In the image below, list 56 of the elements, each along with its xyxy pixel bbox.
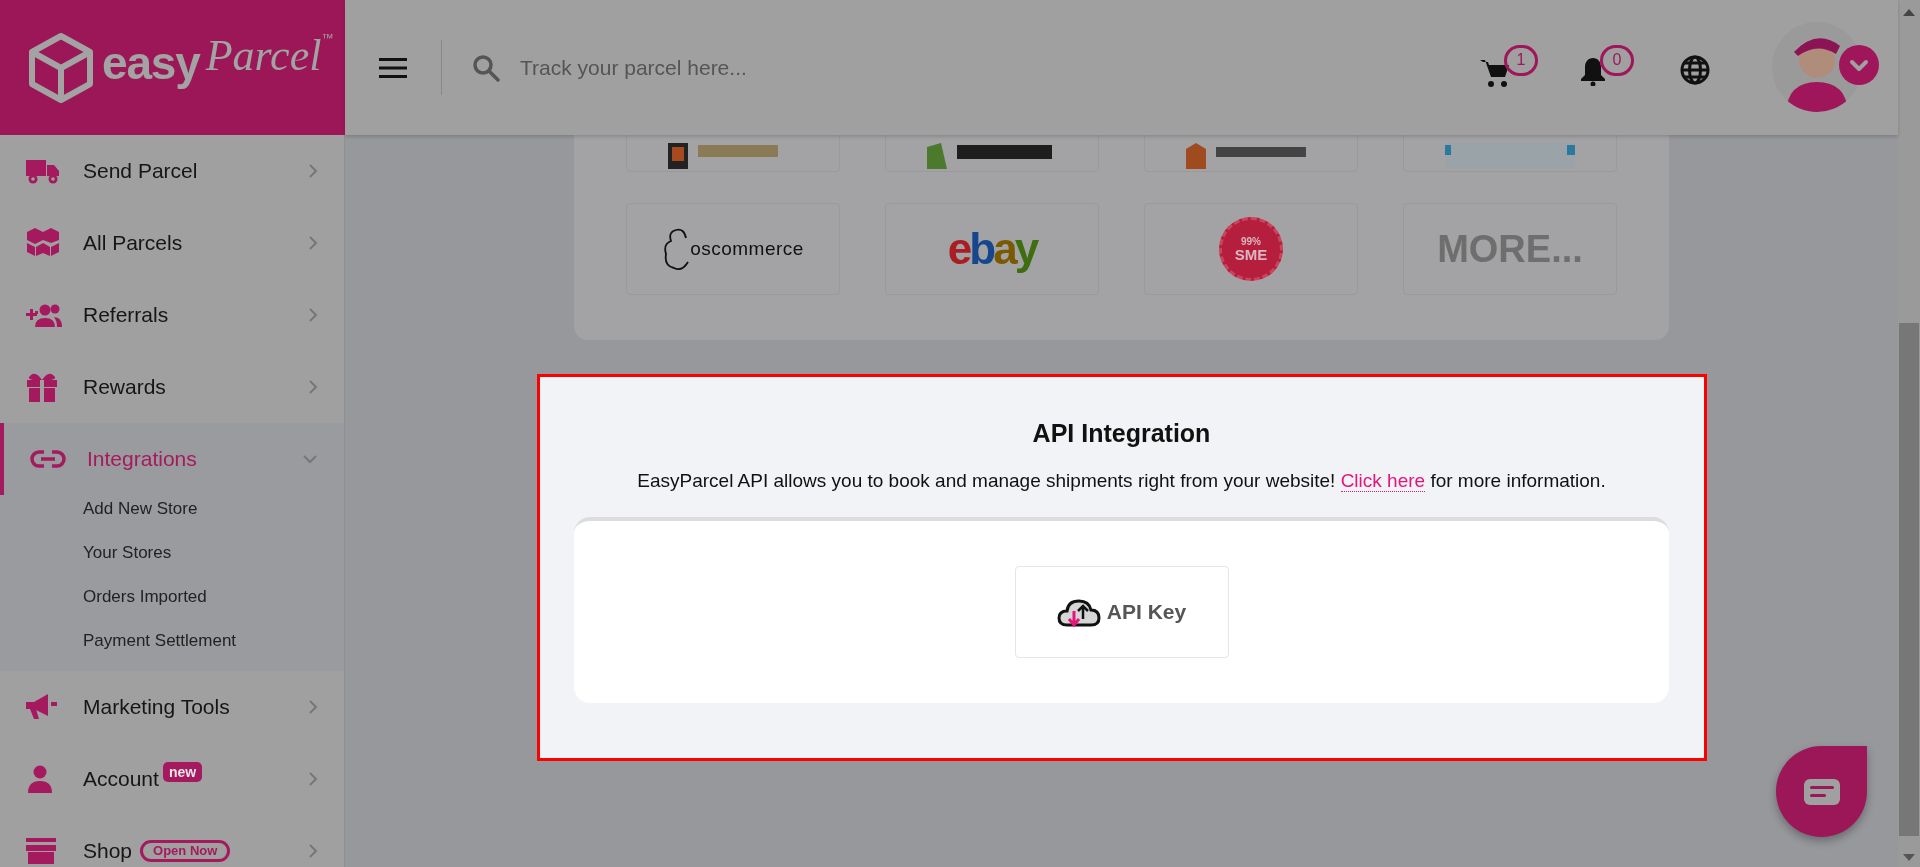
chevron-right-icon — [308, 307, 318, 323]
chevron-right-icon — [308, 163, 318, 179]
person-icon — [26, 765, 54, 793]
submenu-item[interactable]: Orders Imported — [0, 575, 344, 619]
sidebar-item[interactable]: Account new — [0, 743, 344, 815]
chevron-right-icon — [308, 379, 318, 395]
info-link[interactable]: Click here — [1340, 469, 1426, 492]
sidebar-item[interactable]: Marketing Tools — [0, 671, 344, 743]
seal-badge: 99% SME — [1219, 217, 1283, 281]
search-field[interactable]: Track your parcel here... — [520, 51, 1080, 84]
cube-icon — [28, 31, 94, 104]
scroll-up-icon[interactable] — [1903, 9, 1915, 16]
gift-icon — [26, 372, 58, 402]
bell-icon[interactable] — [1580, 55, 1606, 86]
globe-icon[interactable] — [1680, 54, 1710, 85]
api-key-button[interactable]: API Key — [1014, 566, 1229, 658]
chevron-down-icon — [302, 454, 318, 464]
chevron-right-icon — [308, 843, 318, 859]
cart-icon[interactable] — [1480, 57, 1510, 88]
sidebar-item[interactable]: Rewards — [0, 351, 344, 423]
link-icon — [30, 450, 66, 468]
status-badge: Open Now — [140, 840, 231, 862]
card-title: API Integration — [1032, 418, 1211, 449]
boxes-icon — [26, 228, 60, 258]
status-badge: new — [162, 762, 203, 782]
logo-text: Parcel — [205, 33, 322, 78]
logo-text: oscommerce — [690, 236, 804, 261]
scroll-down-icon[interactable] — [1903, 854, 1915, 861]
notification-count: 0 — [1600, 44, 1634, 76]
chevron-right-icon — [308, 771, 318, 787]
sidebar-item[interactable]: Referrals — [0, 279, 344, 351]
platform-tile[interactable]: ebay — [885, 203, 1099, 295]
description-text: EasyParcel API allows you to book and manage shipments right from your website! Click here for more information. — [637, 468, 1606, 494]
add-people-icon — [26, 303, 62, 327]
submenu-item[interactable]: Your Stores — [0, 531, 344, 575]
store-icon — [26, 838, 56, 864]
sidebar-item[interactable]: Send Parcel — [0, 135, 344, 207]
sidebar-item[interactable]: All Parcels — [0, 207, 344, 279]
menu-icon[interactable] — [379, 57, 407, 78]
search-icon[interactable] — [472, 53, 500, 82]
trademark-text: ™ — [321, 31, 334, 44]
chevron-right-icon — [308, 699, 318, 715]
chat-icon — [1803, 778, 1840, 805]
cart-count: 1 — [1504, 44, 1538, 76]
platform-tile[interactable]: 99% SME — [1144, 203, 1358, 295]
platform-tile[interactable]: oscommerce — [626, 203, 840, 295]
chevron-down-icon[interactable] — [1839, 44, 1879, 85]
submenu-item[interactable]: Payment Settlement — [0, 619, 344, 663]
chat-button[interactable] — [1776, 746, 1867, 837]
logo[interactable]: easyParcel™ — [0, 0, 345, 135]
sidebar-item[interactable]: Shop Open Now — [0, 815, 344, 867]
logo-text: ebay — [947, 227, 1037, 271]
scrollbar-thumb[interactable] — [1899, 323, 1919, 836]
megaphone-icon — [26, 693, 58, 721]
truck-icon — [26, 158, 60, 184]
chevron-right-icon — [308, 235, 318, 251]
